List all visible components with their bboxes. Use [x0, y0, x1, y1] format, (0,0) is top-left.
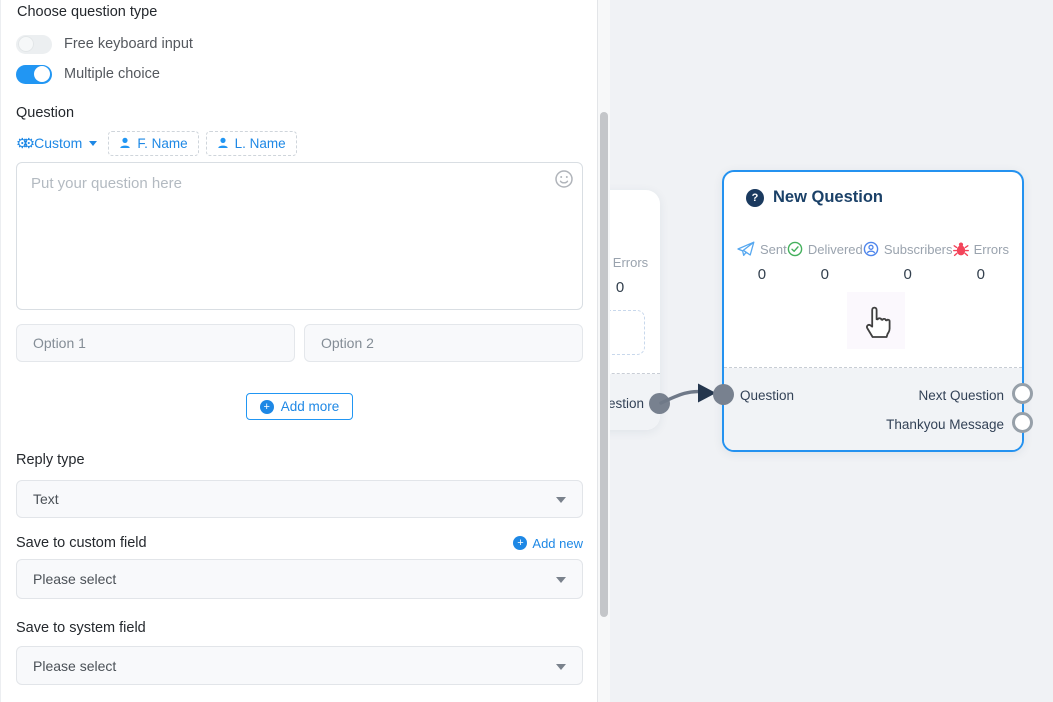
question-circle-icon: ?	[746, 189, 764, 207]
check-circle-icon	[787, 241, 803, 257]
node-header: ? New Question	[724, 172, 1022, 207]
add-more-button[interactable]: + Add more	[246, 393, 354, 420]
system-field-value: Please select	[33, 658, 116, 674]
question-textarea[interactable]	[16, 162, 583, 310]
chevron-down-icon	[89, 141, 97, 146]
output-port-label: Next Question	[918, 388, 1004, 403]
first-name-token-button[interactable]: F. Name	[108, 131, 198, 156]
custom-field-label: Save to custom field	[16, 535, 147, 551]
question-text-area-wrapper	[16, 162, 583, 310]
custom-field-value: Please select	[33, 571, 116, 587]
question-label: Question	[16, 105, 583, 121]
custom-field-select[interactable]: Please select	[16, 559, 583, 599]
stat-value: 0	[821, 266, 829, 283]
free-keyboard-toggle[interactable]	[16, 35, 52, 54]
add-new-link[interactable]: + Add new	[513, 536, 583, 551]
stat-label: Subscribers	[884, 242, 953, 257]
question-settings-panel: Choose question type Free keyboard input…	[0, 0, 598, 702]
last-name-token-button[interactable]: L. Name	[206, 131, 297, 156]
reply-type-value: Text	[33, 491, 59, 507]
custom-field-header: Save to custom field + Add new	[16, 535, 583, 551]
add-new-label: Add new	[532, 536, 583, 551]
stat-delivered: Delivered 0	[787, 241, 863, 283]
toggle-label: Free keyboard input	[64, 36, 193, 52]
user-icon	[119, 137, 131, 149]
add-more-label: Add more	[281, 399, 340, 414]
node-footer: Question Next Question Thankyou Message	[724, 368, 1022, 450]
stat-label: Errors	[974, 242, 1009, 257]
system-field-label: Save to system field	[16, 620, 583, 636]
node-stats: Sent 0 Delivered 0	[724, 241, 1022, 283]
option-2-input[interactable]	[304, 324, 583, 362]
options-row	[16, 324, 583, 362]
stat-value: 0	[616, 279, 624, 296]
stat-label: Delivered	[808, 242, 863, 257]
gears-icon: ⚙⚙	[16, 136, 29, 150]
stat-label: Errors	[613, 255, 648, 270]
stat-value: 0	[758, 266, 766, 283]
panel-scrollbar[interactable]	[598, 0, 610, 702]
input-port[interactable]	[713, 384, 734, 405]
chevron-down-icon	[556, 664, 566, 670]
output-port-next-question[interactable]	[1012, 383, 1033, 404]
stat-label: Sent	[760, 242, 787, 257]
bug-icon	[953, 241, 969, 257]
merge-token-row: ⚙⚙ Custom F. Name L. Name	[16, 130, 583, 156]
output-port-label: Thankyou Message	[886, 417, 1004, 432]
reply-type-label: Reply type	[16, 452, 583, 468]
toggle-row-multiple-choice: Multiple choice	[16, 64, 583, 84]
smiley-icon[interactable]	[554, 169, 574, 189]
stat-subscribers: Subscribers 0	[863, 241, 953, 283]
stat-value: 0	[977, 266, 985, 283]
plus-circle-icon: +	[260, 400, 274, 414]
custom-fields-dropdown-button[interactable]: ⚙⚙ Custom	[16, 135, 101, 151]
toggle-row-free-keyboard: Free keyboard input	[16, 34, 583, 54]
hand-cursor-icon	[859, 302, 893, 340]
option-1-input[interactable]	[16, 324, 295, 362]
chevron-down-icon	[556, 577, 566, 583]
toggle-label: Multiple choice	[64, 66, 160, 82]
send-icon	[737, 241, 755, 257]
scrollbar-thumb[interactable]	[600, 112, 608, 617]
flow-node-new-question[interactable]: ? New Question Sent 0 De	[722, 170, 1024, 452]
output-port-thankyou-message[interactable]	[1012, 412, 1033, 433]
stat-errors: Errors 0	[953, 241, 1009, 283]
stat-value: 0	[904, 266, 912, 283]
reply-type-select[interactable]: Text	[16, 480, 583, 518]
user-circle-icon	[863, 241, 879, 257]
add-more-row: + Add more	[16, 393, 583, 420]
token-label: L. Name	[235, 136, 286, 151]
cursor-hover-area	[847, 292, 905, 349]
node-title: New Question	[773, 188, 883, 207]
input-port-label: Question	[740, 388, 794, 403]
user-icon	[217, 137, 229, 149]
stat-sent: Sent 0	[737, 241, 787, 283]
system-field-select[interactable]: Please select	[16, 646, 583, 685]
multiple-choice-toggle[interactable]	[16, 65, 52, 84]
chevron-down-icon	[556, 497, 566, 503]
token-label: F. Name	[137, 136, 187, 151]
plus-circle-icon: +	[513, 536, 527, 550]
custom-button-label: Custom	[34, 135, 82, 151]
question-type-label: Choose question type	[17, 4, 583, 20]
